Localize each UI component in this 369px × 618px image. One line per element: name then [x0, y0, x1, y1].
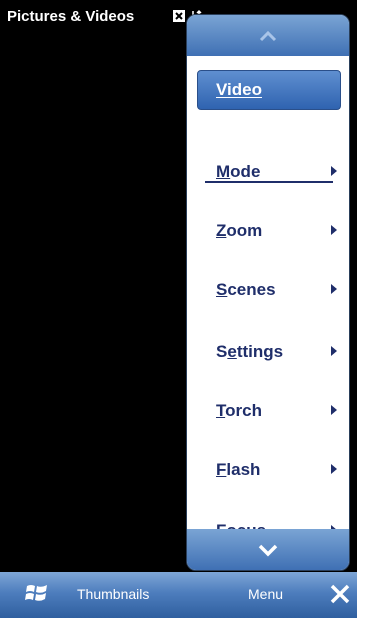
screen-edge	[357, 0, 369, 618]
windows-start-icon[interactable]	[25, 582, 49, 604]
menu-item-label: Torch	[216, 401, 262, 420]
menu-item-flash[interactable]: Flash	[187, 450, 349, 490]
submenu-arrow-icon	[331, 225, 337, 235]
menu-item-settings[interactable]: Settings	[187, 332, 349, 372]
app-title: Pictures & Videos	[7, 8, 135, 25]
menu-item-zoom[interactable]: Zoom	[187, 211, 349, 251]
submenu-arrow-icon	[331, 166, 337, 176]
menu-item-label: Video	[216, 80, 262, 99]
chevron-down-icon	[258, 544, 278, 556]
menu-item-label: Scenes	[216, 280, 276, 299]
chevron-up-icon	[259, 30, 277, 41]
popup-menu: Video Mode Zoom Scenes Settings Torch Fl…	[186, 14, 350, 571]
submenu-arrow-icon	[331, 284, 337, 294]
menu-softkey[interactable]: Menu	[248, 586, 283, 602]
menu-item-torch[interactable]: Torch	[187, 391, 349, 431]
menu-item-label: Mode	[216, 162, 261, 181]
close-icon[interactable]	[329, 583, 351, 605]
submenu-arrow-icon	[331, 464, 337, 474]
menu-item-mode[interactable]: Mode	[187, 152, 349, 192]
menu-item-label: Zoom	[216, 221, 263, 240]
submenu-arrow-icon	[331, 346, 337, 356]
scroll-down-button[interactable]	[187, 529, 349, 570]
thumbnails-softkey[interactable]: Thumbnails	[77, 586, 149, 602]
scroll-up-button[interactable]	[187, 15, 349, 56]
menu-item-label: Flash	[216, 460, 261, 479]
menu-item-scenes[interactable]: Scenes	[187, 270, 349, 310]
menu-item-label: Settings	[216, 342, 284, 361]
menu-item-video[interactable]: Video	[187, 70, 349, 110]
submenu-arrow-icon	[331, 405, 337, 415]
connectivity-icon[interactable]	[172, 8, 186, 24]
softkey-bar: Thumbnails Menu	[0, 572, 357, 618]
